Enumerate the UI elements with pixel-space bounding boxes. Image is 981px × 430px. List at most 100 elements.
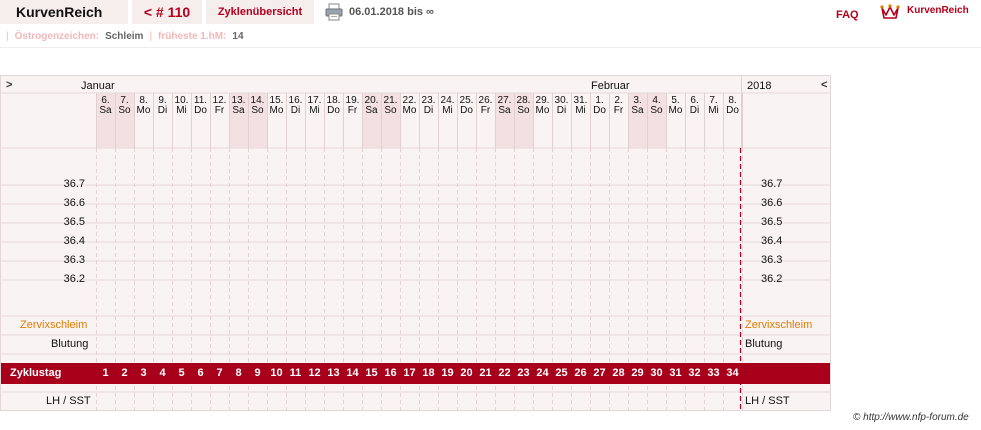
earliest-value: 14 [232,31,244,42]
day-header[interactable]: 6. Di [685,96,704,116]
faq-link[interactable]: FAQ [836,9,859,21]
day-weekday: Do [327,105,340,116]
day-header[interactable]: 15. Mo [267,96,286,116]
cycle-overview-link[interactable]: Zyklenübersicht [206,0,314,24]
day-header[interactable]: 27. Sa [495,96,514,116]
cycle-day-number[interactable]: 15 [362,367,381,379]
cycle-day-number[interactable]: 26 [571,367,590,379]
cycle-day-number[interactable]: 32 [685,367,704,379]
day-header[interactable]: 8. Do [723,96,742,116]
day-header[interactable]: 5. Mo [666,96,685,116]
day-header[interactable]: 6. Sa [96,96,115,116]
day-header[interactable]: 10. Mi [172,96,191,116]
copyright[interactable]: © http://www.nfp-forum.de [853,412,969,423]
day-header[interactable]: 7. Mi [704,96,723,116]
cycle-day-number[interactable]: 4 [153,367,172,379]
cycle-day-number[interactable]: 21 [476,367,495,379]
day-header[interactable]: 3. Sa [628,96,647,116]
day-weekday: Fr [347,105,358,116]
day-weekday: Do [726,105,739,116]
day-weekday: Di [157,105,168,116]
day-weekday: Mo [136,105,151,116]
day-header[interactable]: 25. Do [457,96,476,116]
cycle-day-number[interactable]: 5 [172,367,191,379]
row-label-mucus-right: Zervixschleim [745,319,813,331]
separator: | [6,31,9,42]
cycle-day-number[interactable]: 3 [134,367,153,379]
day-header[interactable]: 19. Fr [343,96,362,116]
day-header[interactable]: 28. So [514,96,533,116]
day-header[interactable]: 22. Mo [400,96,419,116]
nav-prev-button[interactable]: > [6,79,12,91]
day-header[interactable]: 20. Sa [362,96,381,116]
cycle-day-number[interactable]: 18 [419,367,438,379]
cycle-day-number[interactable]: 27 [590,367,609,379]
cycle-day-number[interactable]: 23 [514,367,533,379]
day-weekday: Fr [613,105,624,116]
earliest-label: früheste 1.hM: [158,31,227,42]
nav-next-button[interactable]: < [821,79,827,91]
cycle-number-link[interactable]: < # 110 [132,0,202,24]
day-header[interactable]: 30. Di [552,96,571,116]
cycle-day-number[interactable]: 30 [647,367,666,379]
temperature-label-right: 36.5 [761,216,783,228]
cycle-day-number[interactable]: 25 [552,367,571,379]
day-header[interactable]: 4. So [647,96,666,116]
day-header[interactable]: 9. Di [153,96,172,116]
row-label-lh: LH / SST [46,395,91,407]
cycle-day-number[interactable]: 2 [115,367,134,379]
day-weekday: Sa [232,105,245,116]
cycle-day-number[interactable]: 8 [229,367,248,379]
cycle-day-number[interactable]: 11 [286,367,305,379]
day-header[interactable]: 29. Mo [533,96,552,116]
day-header[interactable]: 31. Mi [571,96,590,116]
day-weekday: So [251,105,264,116]
cycle-day-number[interactable]: 13 [324,367,343,379]
app-title[interactable]: KurvenReich [0,0,128,24]
day-header[interactable]: 11. Do [191,96,210,116]
day-header[interactable]: 1. Do [590,96,609,116]
cycle-day-number[interactable]: 16 [381,367,400,379]
cycle-day-number[interactable]: 9 [248,367,267,379]
cycle-day-number[interactable]: 33 [704,367,723,379]
day-header[interactable]: 7. So [115,96,134,116]
day-header[interactable]: 17. Mi [305,96,324,116]
day-header[interactable]: 2. Fr [609,96,628,116]
day-weekday: Sa [631,105,644,116]
day-header[interactable]: 8. Mo [134,96,153,116]
day-header[interactable]: 23. Di [419,96,438,116]
top-bar: KurvenReich < # 110 Zyklenübersicht 06.0… [0,0,981,26]
cycle-day-number[interactable]: 22 [495,367,514,379]
day-header[interactable]: 16. Di [286,96,305,116]
day-header[interactable]: 13. Sa [229,96,248,116]
day-header[interactable]: 18. Do [324,96,343,116]
cycle-day-number[interactable]: 7 [210,367,229,379]
cycle-day-number[interactable]: 24 [533,367,552,379]
cycle-day-number[interactable]: 29 [628,367,647,379]
cycle-day-number[interactable]: 14 [343,367,362,379]
cycle-day-number[interactable]: 20 [457,367,476,379]
cycle-day-number[interactable]: 1 [96,367,115,379]
cycle-day-number[interactable]: 31 [666,367,685,379]
day-weekday: So [517,105,530,116]
day-weekday: Di [423,105,434,116]
cycle-day-number[interactable]: 10 [267,367,286,379]
cycle-day-number[interactable]: 19 [438,367,457,379]
day-weekday: Mi [575,105,586,116]
temperature-label: 36.4 [63,235,85,247]
cycle-day-number[interactable]: 12 [305,367,324,379]
cycle-day-number[interactable]: 28 [609,367,628,379]
day-header[interactable]: 21. So [381,96,400,116]
day-weekday: Di [689,105,700,116]
cycle-day-number[interactable]: 17 [400,367,419,379]
day-header[interactable]: 24. Mi [438,96,457,116]
logo-text[interactable]: KurvenReich [907,5,969,16]
day-weekday: Mo [402,105,417,116]
printer-icon[interactable] [325,3,343,21]
cycle-day-number[interactable]: 34 [723,367,742,379]
temperature-label: 36.6 [63,197,85,209]
cycle-day-number[interactable]: 6 [191,367,210,379]
day-header[interactable]: 26. Fr [476,96,495,116]
day-header[interactable]: 12. Fr [210,96,229,116]
day-header[interactable]: 14. So [248,96,267,116]
